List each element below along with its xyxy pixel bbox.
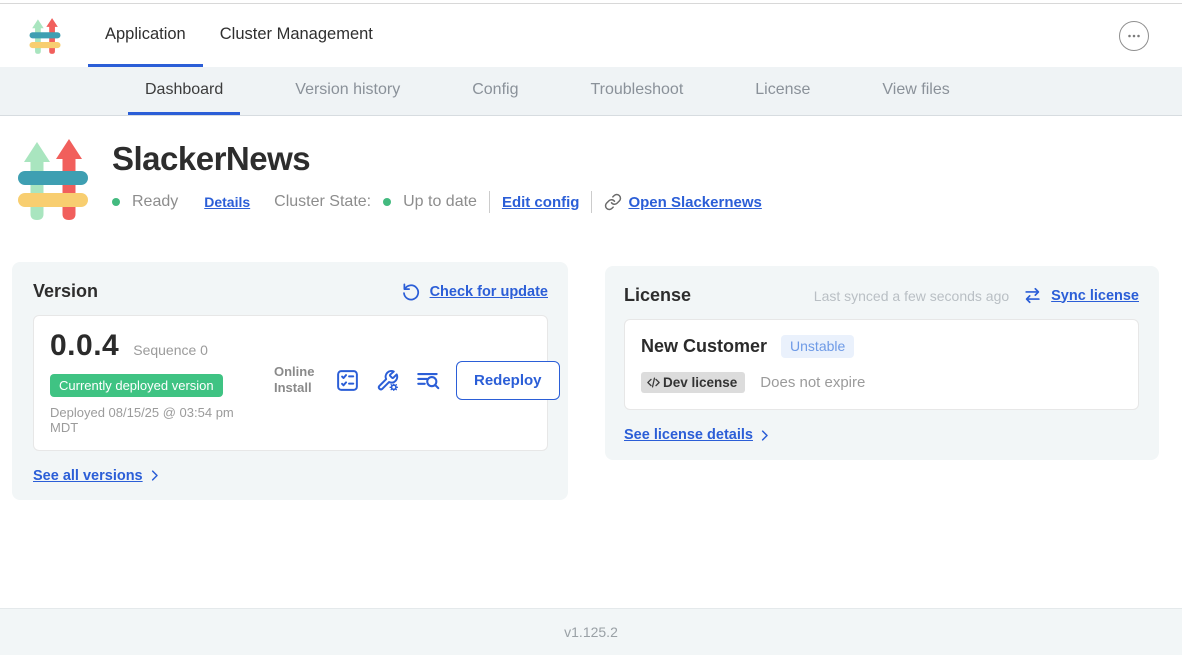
- subnav-tab-config-label: Config: [472, 81, 518, 99]
- app-header: SlackerNews Ready Details Cluster State:…: [0, 116, 1182, 232]
- subnav-tab-view-files[interactable]: View files: [865, 67, 966, 115]
- topnav-tabs: Application Cluster Management: [88, 4, 390, 67]
- divider: [489, 191, 490, 213]
- admin-console-page: Application Cluster Management Dashboard…: [0, 0, 1182, 655]
- cluster-state-value: Up to date: [403, 193, 477, 211]
- license-type-badge: Dev license: [641, 372, 745, 393]
- deployed-status-badge: Currently deployed version: [50, 374, 223, 397]
- chevron-right-icon: [147, 468, 162, 483]
- channel-badge: Unstable: [781, 335, 854, 358]
- subnav-tab-dashboard[interactable]: Dashboard: [128, 67, 240, 115]
- check-for-update-wrap[interactable]: Check for update: [402, 282, 548, 301]
- redeploy-button[interactable]: Redeploy: [456, 361, 560, 400]
- code-icon: [646, 375, 661, 390]
- preflight-checks-button[interactable]: [335, 368, 360, 393]
- console-version: v1.125.2: [564, 624, 618, 640]
- dashboard-cards: Version Check for update 0.0.4 Sequence …: [0, 262, 1182, 500]
- console-footer: v1.125.2: [0, 608, 1182, 655]
- nav-tab-application-label: Application: [105, 25, 186, 44]
- check-for-update-link[interactable]: Check for update: [430, 284, 548, 300]
- customer-name: New Customer: [641, 336, 767, 357]
- open-app-link-wrap[interactable]: Open Slackernews: [604, 193, 761, 211]
- deployed-timestamp: Deployed 08/15/25 @ 03:54 pm MDT: [50, 405, 262, 436]
- subnav-tab-license-label: License: [755, 81, 810, 99]
- subnav-tab-view-files-label: View files: [882, 81, 949, 99]
- link-icon: [604, 193, 622, 211]
- cluster-state-dot: [383, 198, 391, 206]
- subnav-tab-version-history-label: Version history: [295, 81, 400, 99]
- nav-tab-cluster-management[interactable]: Cluster Management: [203, 4, 390, 67]
- page-title: SlackerNews: [112, 140, 762, 178]
- ellipsis-icon: [1125, 27, 1143, 45]
- license-expiry: Does not expire: [760, 374, 865, 391]
- version-number: 0.0.4: [50, 329, 119, 363]
- view-config-button[interactable]: [375, 368, 400, 393]
- subnav-tab-version-history[interactable]: Version history: [278, 67, 417, 115]
- version-sequence: Sequence 0: [133, 342, 208, 358]
- status-details-link[interactable]: Details: [204, 194, 250, 210]
- navbar-logo: [0, 4, 62, 67]
- license-details-panel: New Customer Unstable Dev license Does n…: [624, 319, 1139, 410]
- nav-tab-application[interactable]: Application: [88, 4, 203, 67]
- view-files-button[interactable]: [415, 367, 441, 393]
- refresh-icon: [402, 282, 421, 301]
- see-license-details-link[interactable]: See license details: [624, 427, 753, 443]
- license-type-badge-label: Dev license: [663, 375, 737, 390]
- app-status-row: Ready Details Cluster State: Up to date …: [112, 191, 762, 213]
- checklist-icon: [335, 368, 360, 393]
- sync-icon: [1023, 286, 1042, 305]
- current-version-panel: 0.0.4 Sequence 0 Currently deployed vers…: [33, 315, 548, 451]
- more-menu-button[interactable]: [1119, 21, 1149, 51]
- license-card: License Last synced a few seconds ago Sy…: [605, 266, 1159, 460]
- subnav-tab-dashboard-label: Dashboard: [145, 81, 223, 99]
- install-type-label: Online Install: [274, 364, 320, 395]
- open-app-link[interactable]: Open Slackernews: [628, 194, 761, 211]
- wrench-gear-icon: [375, 368, 400, 393]
- app-logo-large: [16, 132, 90, 232]
- app-status-dot: [112, 198, 120, 206]
- version-card: Version Check for update 0.0.4 Sequence …: [12, 262, 568, 500]
- last-synced-text: Last synced a few seconds ago: [814, 288, 1009, 304]
- app-logo-large-icon: [16, 132, 90, 227]
- top-navbar: Application Cluster Management: [0, 4, 1182, 67]
- divider: [591, 191, 592, 213]
- nav-tab-cluster-management-label: Cluster Management: [220, 25, 373, 44]
- license-card-title: License: [624, 285, 691, 306]
- see-license-details-row[interactable]: See license details: [624, 427, 1139, 443]
- version-card-title: Version: [33, 281, 98, 302]
- cluster-state-label: Cluster State:: [274, 193, 371, 211]
- app-subnav: Dashboard Version history Config Trouble…: [0, 67, 1182, 116]
- file-search-icon: [415, 367, 441, 393]
- subnav-tab-troubleshoot-label: Troubleshoot: [590, 81, 683, 99]
- subnav-tab-troubleshoot[interactable]: Troubleshoot: [573, 67, 700, 115]
- see-all-versions-row[interactable]: See all versions: [33, 468, 548, 484]
- subnav-tab-config[interactable]: Config: [455, 67, 535, 115]
- see-all-versions-link[interactable]: See all versions: [33, 468, 143, 484]
- app-logo-icon: [28, 15, 62, 57]
- subnav-tab-license[interactable]: License: [738, 67, 827, 115]
- app-status-text: Ready: [132, 193, 178, 211]
- edit-config-link[interactable]: Edit config: [502, 194, 580, 211]
- chevron-right-icon: [757, 428, 772, 443]
- sync-license-link[interactable]: Sync license: [1051, 288, 1139, 304]
